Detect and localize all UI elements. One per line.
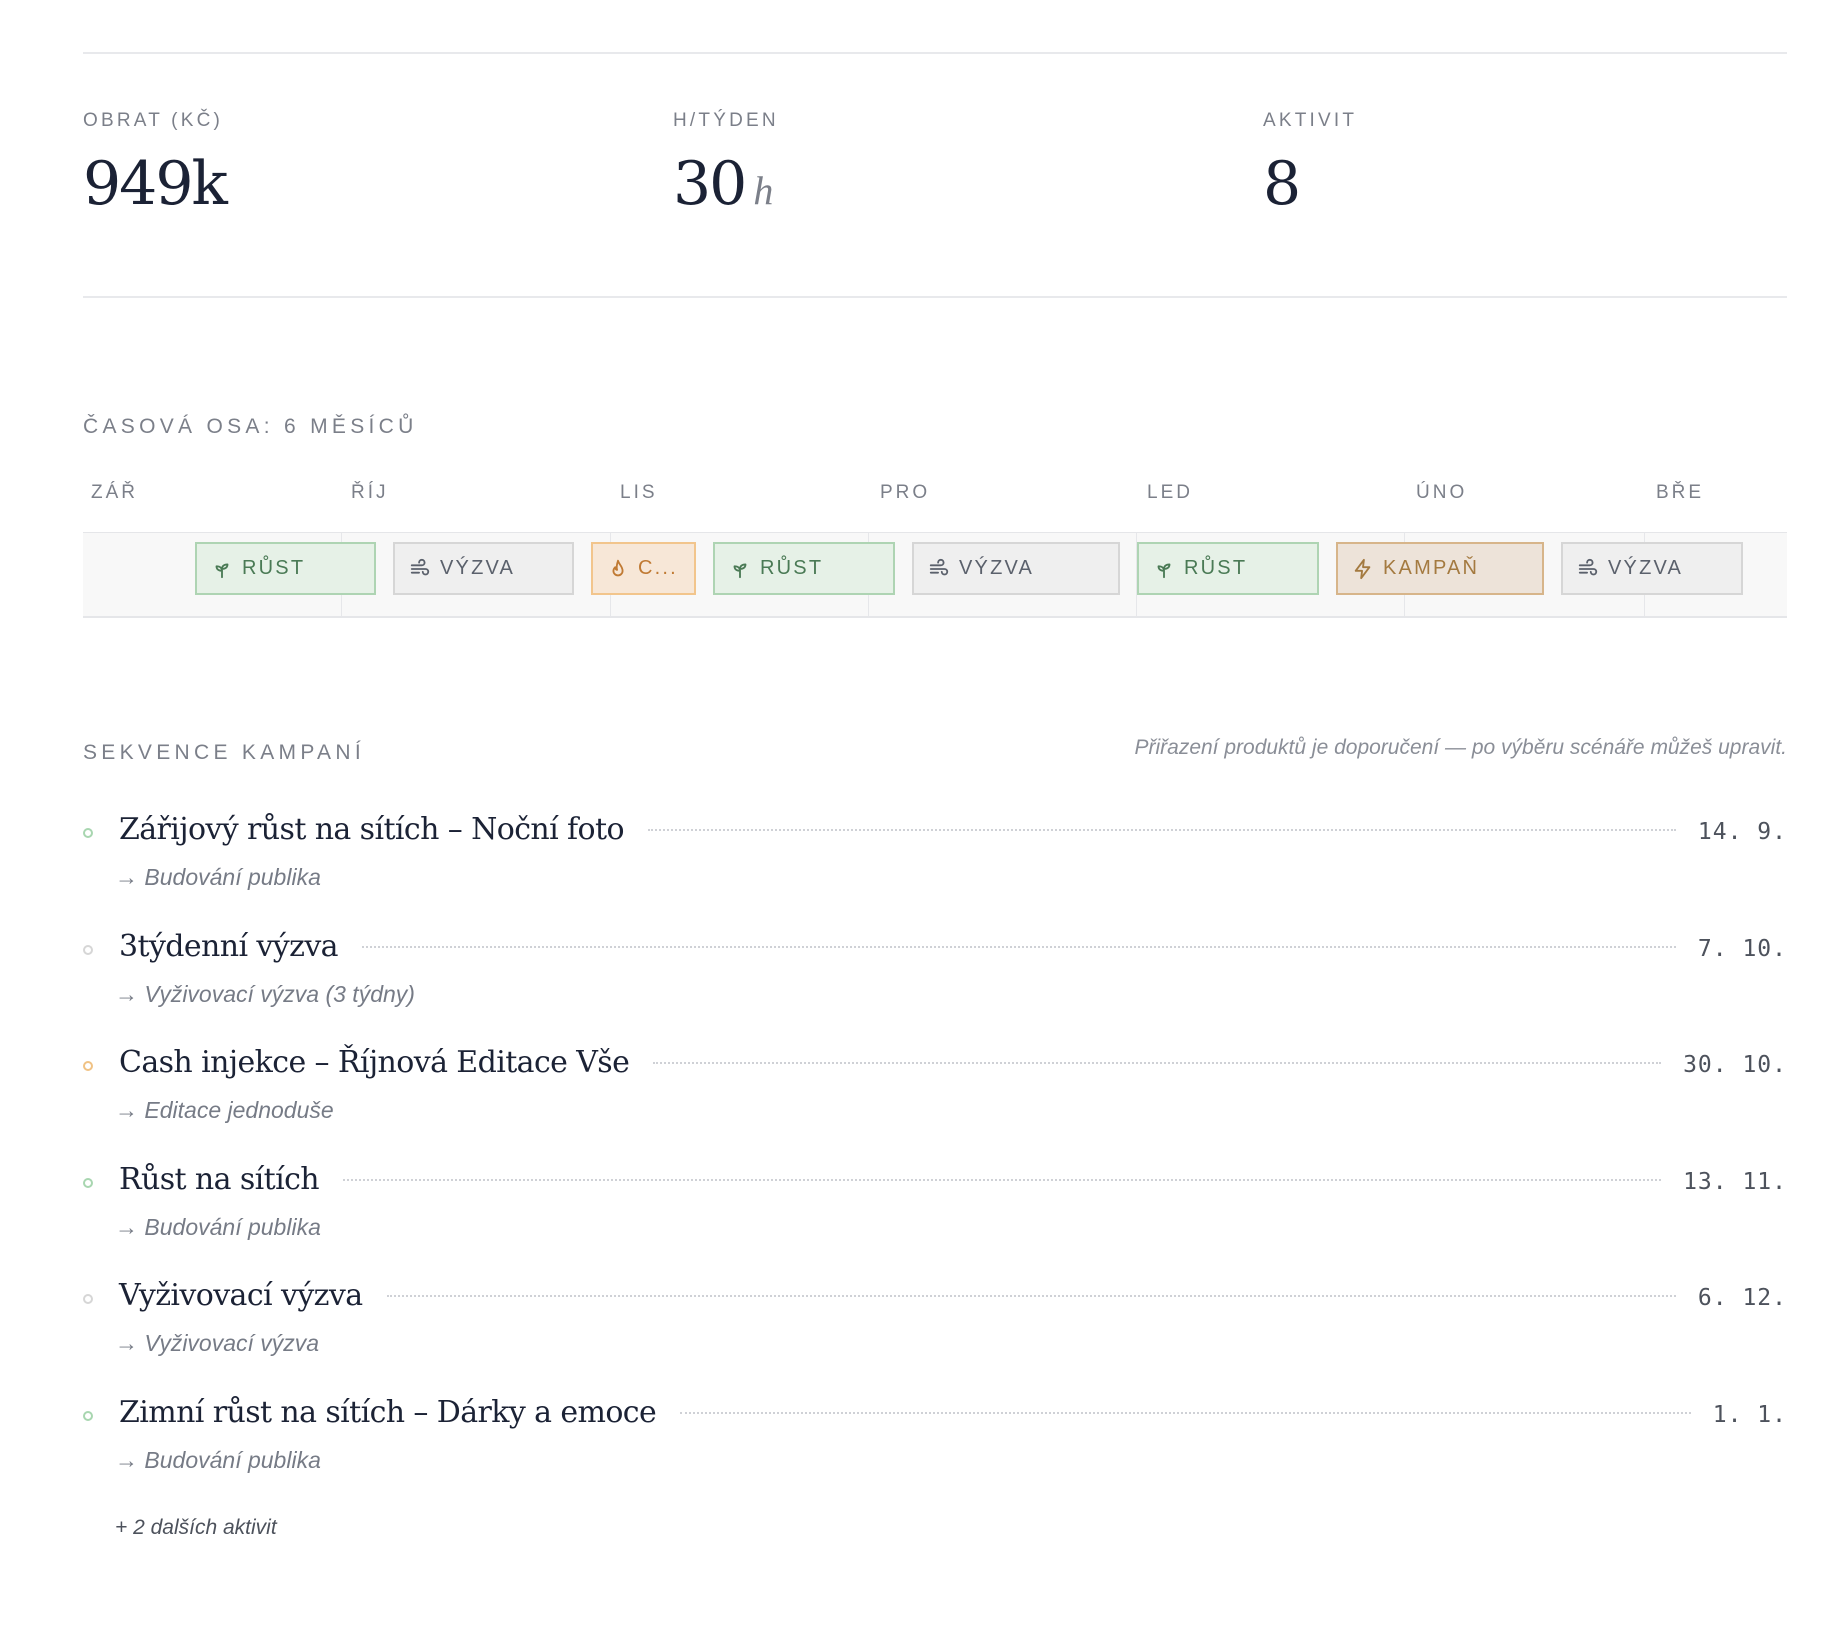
item-date: 7. 10. bbox=[1697, 935, 1787, 962]
item-title: Zářijový růst na sítích – Noční foto bbox=[119, 812, 625, 847]
stat-value: 30 h bbox=[673, 154, 779, 214]
month-label: BŘE bbox=[1656, 482, 1705, 503]
month-label: LED bbox=[1147, 482, 1193, 503]
timeline-chip-growth[interactable]: RŮST bbox=[1137, 542, 1319, 595]
list-item[interactable]: 3týdenní výzva 7. 10. → Vyživovací výzva… bbox=[83, 929, 1787, 1046]
item-product: → Budování publika bbox=[115, 1446, 321, 1473]
stat-hours-per-week: H/TÝDEN 30 h bbox=[673, 110, 779, 214]
stat-revenue: OBRAT (KČ) 949k bbox=[83, 110, 228, 214]
timeline-chip-challenge[interactable]: VÝZVA bbox=[912, 542, 1120, 595]
chip-label: KAMPAŇ bbox=[1383, 557, 1480, 579]
month-label: ZÁŘ bbox=[91, 482, 138, 503]
campaign-list: Zářijový růst na sítích – Noční foto 14.… bbox=[83, 812, 1787, 1511]
timeline-track: RŮST VÝZVA C... RŮST VÝZVA RŮST KAMPAŇ V… bbox=[83, 532, 1787, 618]
status-dot bbox=[83, 944, 93, 955]
list-item[interactable]: Cash injekce – Říjnová Editace Vše 30. 1… bbox=[83, 1045, 1787, 1162]
chip-label: C... bbox=[638, 557, 678, 579]
dotted-leader bbox=[653, 1062, 1662, 1064]
flame-icon bbox=[612, 559, 624, 576]
stat-label: AKTIVIT bbox=[1263, 110, 1358, 131]
stat-number: 949k bbox=[83, 149, 228, 219]
month-label: PRO bbox=[880, 482, 931, 503]
stat-activities: AKTIVIT 8 bbox=[1263, 110, 1357, 214]
list-item[interactable]: Růst na sítích 13. 11. → Budování publik… bbox=[83, 1162, 1787, 1279]
more-activities-link[interactable]: + 2 dalších aktivit bbox=[115, 1516, 277, 1540]
item-title: Cash injekce – Říjnová Editace Vše bbox=[119, 1045, 630, 1080]
stat-unit: h bbox=[753, 168, 774, 213]
dotted-leader bbox=[680, 1411, 1691, 1414]
timeline-chip-challenge[interactable]: VÝZVA bbox=[1561, 542, 1743, 595]
chip-label: RŮST bbox=[242, 557, 306, 579]
item-date: 30. 10. bbox=[1683, 1052, 1787, 1078]
item-title: Růst na sítích bbox=[119, 1161, 320, 1197]
item-row: Vyživovací výzva 6. 12. bbox=[119, 1278, 1787, 1318]
timeline-chip-cash[interactable]: C... bbox=[591, 542, 696, 595]
timeline-title: ČASOVÁ OSA: 6 MĚSÍCŮ bbox=[83, 415, 418, 438]
wind-icon bbox=[929, 558, 949, 575]
item-title: Vyživovací výzva bbox=[119, 1278, 363, 1313]
item-product: → Editace jednoduše bbox=[115, 1097, 334, 1123]
status-dot bbox=[83, 1061, 93, 1071]
list-item[interactable]: Zimní růst na sítích – Dárky a emoce 1. … bbox=[83, 1395, 1787, 1512]
item-product: → Budování publika bbox=[115, 864, 321, 890]
item-row: Cash injekce – Říjnová Editace Vše 30. 1… bbox=[119, 1045, 1787, 1085]
item-title: 3týdenní výzva bbox=[119, 928, 339, 964]
timeline-chip-campaign[interactable]: KAMPAŇ bbox=[1336, 542, 1544, 595]
top-divider bbox=[83, 52, 1787, 54]
timeline-chip-growth[interactable]: RŮST bbox=[713, 542, 895, 595]
sprout-icon bbox=[1157, 563, 1171, 578]
item-row: Zářijový růst na sítích – Noční foto 14.… bbox=[119, 812, 1787, 852]
item-product: → Vyživovací výzva (3 týdny) bbox=[115, 980, 415, 1007]
item-date: 13. 11. bbox=[1683, 1168, 1787, 1195]
chip-label: VÝZVA bbox=[959, 557, 1035, 579]
timeline-chip-growth[interactable]: RŮST bbox=[195, 542, 376, 595]
chip-label: RŮST bbox=[760, 557, 824, 579]
status-dot bbox=[83, 1294, 93, 1304]
status-dot bbox=[83, 828, 93, 838]
item-title: Zimní růst na sítích – Dárky a emoce bbox=[119, 1394, 657, 1430]
item-row: Zimní růst na sítích – Dárky a emoce 1. … bbox=[119, 1395, 1787, 1435]
timeline-chip-challenge[interactable]: VÝZVA bbox=[393, 542, 574, 595]
stat-number: 8 bbox=[1263, 149, 1301, 219]
dotted-leader bbox=[647, 829, 1676, 831]
status-dot bbox=[83, 1177, 93, 1188]
item-date: 6. 12. bbox=[1697, 1285, 1787, 1311]
chip-label: VÝZVA bbox=[440, 557, 516, 579]
timeline-months: ZÁŘ ŘÍJ LIS PRO LED ÚNO BŘE bbox=[83, 482, 1787, 506]
item-row: Růst na sítích 13. 11. bbox=[119, 1162, 1787, 1202]
sequence-title: SEKVENCE KAMPANÍ bbox=[83, 741, 365, 764]
item-product: → Budování publika bbox=[115, 1213, 321, 1240]
dotted-leader bbox=[343, 1178, 1662, 1181]
month-label: LIS bbox=[620, 482, 658, 503]
chip-label: RŮST bbox=[1184, 557, 1248, 579]
item-product: → Vyživovací výzva bbox=[115, 1330, 320, 1356]
lightning-icon bbox=[1354, 558, 1371, 579]
stat-value: 8 bbox=[1263, 154, 1357, 214]
item-date: 1. 1. bbox=[1712, 1401, 1787, 1428]
item-date: 14. 9. bbox=[1697, 819, 1787, 845]
stats-divider bbox=[83, 296, 1787, 298]
chip-label: VÝZVA bbox=[1608, 557, 1684, 579]
list-item[interactable]: Vyživovací výzva 6. 12. → Vyživovací výz… bbox=[83, 1278, 1787, 1395]
month-label: ŘÍJ bbox=[351, 482, 389, 503]
sequence-hint: Přiřazení produktů je doporučení — po vý… bbox=[1134, 736, 1787, 759]
month-label: ÚNO bbox=[1416, 482, 1468, 503]
wind-icon bbox=[1578, 558, 1598, 575]
status-dot bbox=[83, 1410, 93, 1421]
stat-label: H/TÝDEN bbox=[673, 110, 779, 131]
item-row: 3týdenní výzva 7. 10. bbox=[119, 929, 1787, 969]
stat-number: 30 bbox=[673, 149, 747, 219]
dotted-leader bbox=[386, 1295, 1676, 1297]
list-item[interactable]: Zářijový růst na sítích – Noční foto 14.… bbox=[83, 812, 1787, 929]
wind-icon bbox=[410, 558, 430, 575]
sprout-icon bbox=[733, 563, 747, 578]
sprout-icon bbox=[215, 563, 229, 578]
stat-label: OBRAT (KČ) bbox=[83, 110, 224, 131]
stats-row: OBRAT (KČ) 949k H/TÝDEN 30 h AKTIVIT 8 bbox=[83, 110, 1787, 250]
dotted-leader bbox=[361, 945, 1676, 948]
stat-value: 949k bbox=[83, 154, 228, 214]
